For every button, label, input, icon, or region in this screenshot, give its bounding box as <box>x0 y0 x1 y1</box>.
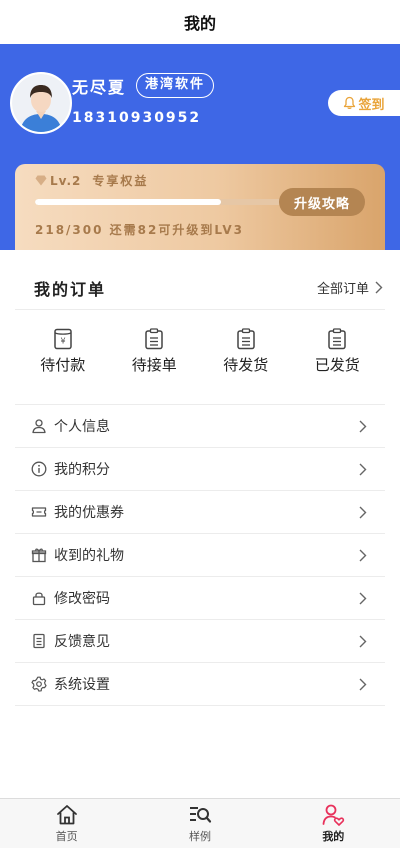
menu-item-label: 我的积分 <box>54 462 110 478</box>
bottom-tab-bar: 首页 样例 我的 <box>0 798 400 848</box>
menu-item-label: 我的优惠券 <box>54 505 124 521</box>
order-pending-accept[interactable]: 待接单 <box>109 310 201 404</box>
diamond-icon <box>35 175 47 186</box>
vip-progress-fill <box>35 199 222 205</box>
all-orders-link[interactable]: 全部订单 <box>317 278 383 297</box>
order-shipped[interactable]: 已发货 <box>292 310 384 404</box>
vip-level: Lv.2 <box>50 173 82 188</box>
menu-item-label: 收到的礼物 <box>54 548 124 564</box>
user-name: 无尽夏 <box>72 78 127 97</box>
tab-home[interactable]: 首页 <box>7 799 127 848</box>
info-icon <box>31 461 47 477</box>
orders-title: 我的订单 <box>34 279 107 299</box>
order-label: 待接单 <box>131 356 177 374</box>
menu-item-profile[interactable]: 个人信息 <box>15 405 385 448</box>
clipboard-icon <box>237 328 255 350</box>
nav-bar: 我的 <box>0 0 400 44</box>
vip-progress-text: 218/300 还需82可升级到LV3 <box>35 223 244 237</box>
avatar[interactable] <box>10 72 72 134</box>
chevron-right-icon <box>359 420 367 432</box>
chevron-right-icon <box>359 678 367 690</box>
menu-item-gifts[interactable]: 收到的礼物 <box>15 534 385 577</box>
order-label: 已发货 <box>314 356 360 374</box>
clipboard-icon <box>145 328 163 350</box>
chevron-right-icon <box>375 281 383 294</box>
chevron-right-icon <box>359 549 367 561</box>
feedback-icon <box>33 633 45 649</box>
vip-card: Lv.2 专享权益 升级攻略 218/300 还需82可升级到LV3 <box>15 164 385 250</box>
tab-label: 我的 <box>322 830 345 843</box>
vip-title: 专享权益 <box>92 174 149 188</box>
menu-item-label: 个人信息 <box>54 419 110 435</box>
user-icon <box>32 419 46 434</box>
user-tag-badge: 港湾软件 <box>136 73 215 98</box>
upgrade-guide-button[interactable]: 升级攻略 <box>279 188 365 216</box>
chevron-right-icon <box>359 635 367 647</box>
tab-label: 首页 <box>55 830 78 843</box>
chevron-right-icon <box>359 463 367 475</box>
avatar-icon <box>12 74 70 132</box>
lock-icon <box>32 592 46 606</box>
settings-menu: 个人信息 我的积分 我的优惠券 收到的礼物 修改密码 反馈意见 系统设置 <box>15 404 385 706</box>
order-status-grid: ¥ 待付款 待接单 待发货 已发货 <box>15 310 385 404</box>
order-pending-shipment[interactable]: 待发货 <box>200 310 292 404</box>
order-label: 待发货 <box>223 356 269 374</box>
chevron-right-icon <box>359 592 367 604</box>
menu-item-coupons[interactable]: 我的优惠券 <box>15 491 385 534</box>
clipboard-icon <box>328 328 346 350</box>
menu-item-settings[interactable]: 系统设置 <box>15 663 385 706</box>
svg-text:¥: ¥ <box>60 337 65 346</box>
bell-icon <box>344 96 356 109</box>
gear-icon <box>31 676 47 692</box>
ticket-icon <box>31 507 47 517</box>
profile-header: 无尽夏 港湾软件 18310930952 签到 Lv.2 专享权益 升级攻略 2… <box>0 44 400 250</box>
profile-icon <box>322 804 345 826</box>
order-label: 待付款 <box>40 356 86 374</box>
orders-header: 我的订单 全部订单 <box>15 266 385 310</box>
signin-button[interactable]: 签到 <box>328 90 400 116</box>
tab-samples[interactable]: 样例 <box>140 799 260 848</box>
chevron-right-icon <box>359 506 367 518</box>
user-phone: 18310930952 <box>72 110 202 126</box>
menu-item-feedback[interactable]: 反馈意见 <box>15 620 385 663</box>
menu-item-change-password[interactable]: 修改密码 <box>15 577 385 620</box>
payment-icon: ¥ <box>54 328 72 350</box>
tab-label: 样例 <box>188 830 211 843</box>
menu-item-label: 修改密码 <box>54 591 110 607</box>
menu-item-label: 系统设置 <box>54 677 110 693</box>
tab-mine[interactable]: 我的 <box>273 799 393 848</box>
gift-icon <box>31 548 47 563</box>
vip-progress-bar <box>35 199 291 205</box>
all-orders-label: 全部订单 <box>316 282 369 297</box>
search-list-icon <box>189 807 212 823</box>
order-pending-payment[interactable]: ¥ 待付款 <box>17 310 109 404</box>
page-title: 我的 <box>183 14 216 33</box>
home-icon <box>56 805 77 825</box>
menu-item-points[interactable]: 我的积分 <box>15 448 385 491</box>
signin-label: 签到 <box>358 97 385 113</box>
menu-item-label: 反馈意见 <box>54 634 110 650</box>
vip-level-row: Lv.2 专享权益 <box>35 172 148 189</box>
